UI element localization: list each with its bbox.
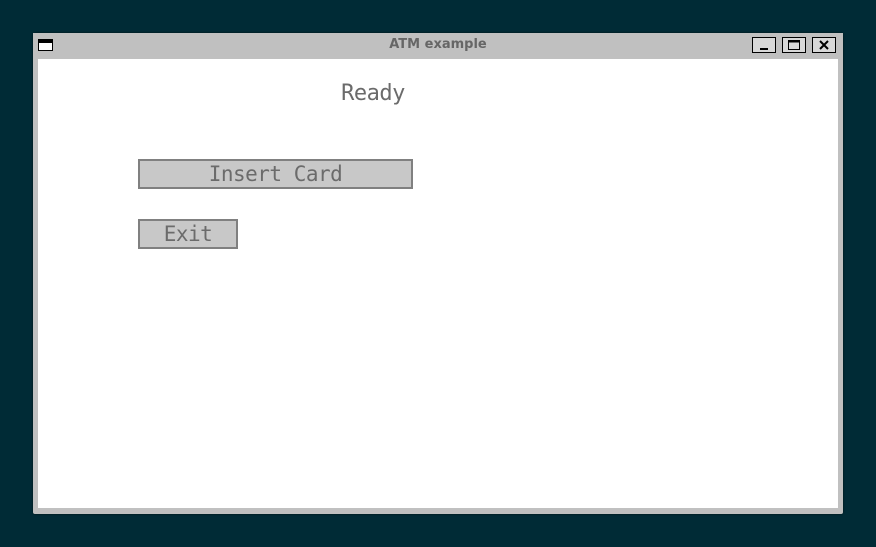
title-bar[interactable]: ATM example — [33, 33, 843, 58]
exit-button[interactable]: Exit — [138, 219, 238, 249]
insert-card-button[interactable]: Insert Card — [138, 159, 413, 189]
close-button[interactable] — [812, 37, 836, 53]
minimize-icon — [760, 48, 768, 50]
insert-card-label: Insert Card — [208, 162, 343, 186]
minimize-button[interactable] — [752, 37, 776, 53]
maximize-button[interactable] — [782, 37, 806, 53]
client-area: Ready Insert Card Exit — [38, 59, 838, 508]
window-title: ATM example — [389, 37, 487, 52]
app-window: ATM example Ready Insert Card Exit — [33, 33, 843, 514]
close-icon — [819, 40, 829, 50]
exit-label: Exit — [163, 222, 213, 246]
status-label: Ready — [341, 81, 405, 106]
maximize-icon — [788, 40, 800, 50]
